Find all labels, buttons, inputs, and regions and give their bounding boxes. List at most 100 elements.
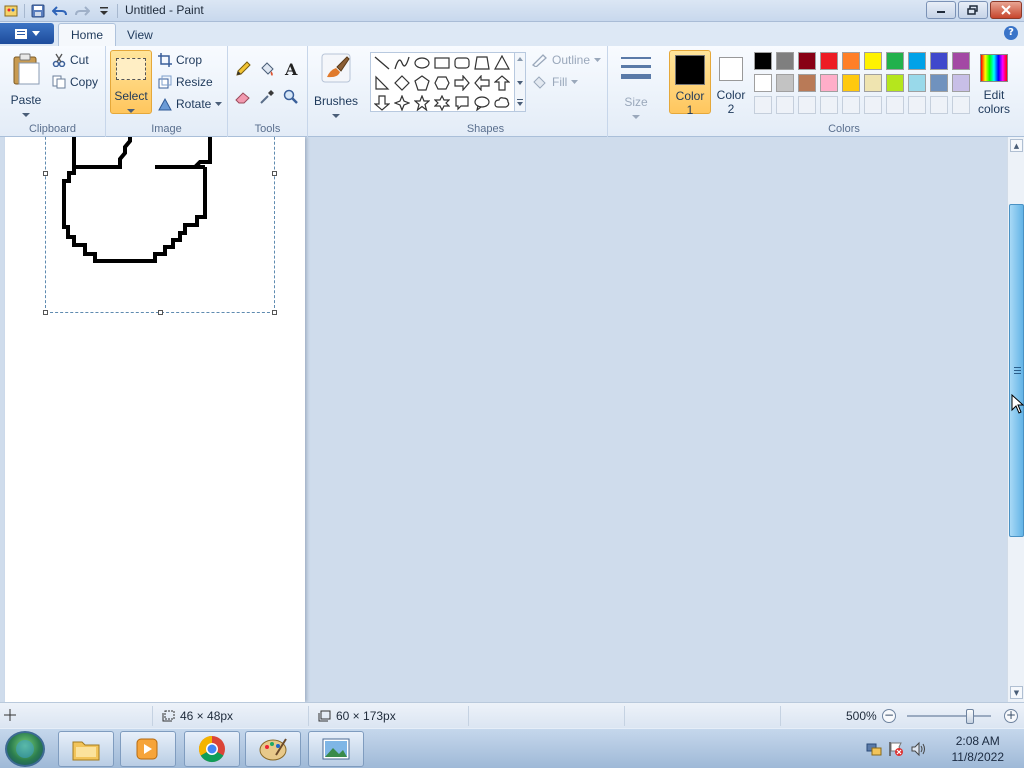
palette-color-swatch[interactable] (952, 74, 970, 92)
edit-colors-button[interactable]: Edit colors (974, 50, 1014, 116)
five-point-star-shape-icon[interactable] (413, 94, 431, 112)
taskbar-clock[interactable]: 2:08 AM 11/8/2022 (952, 733, 1005, 765)
custom-color-slot[interactable] (820, 96, 838, 114)
palette-color-swatch[interactable] (952, 52, 970, 70)
triangle-shape-icon[interactable] (493, 54, 511, 72)
diamond-shape-icon[interactable] (393, 74, 411, 92)
tab-home[interactable]: Home (58, 23, 117, 46)
palette-color-swatch[interactable] (886, 74, 904, 92)
redo-icon[interactable] (73, 2, 91, 20)
start-button[interactable] (5, 731, 45, 767)
minimize-button[interactable] (926, 1, 956, 19)
custom-color-slot[interactable] (864, 96, 882, 114)
outline-button[interactable]: Outline (532, 53, 602, 67)
custom-color-slot[interactable] (798, 96, 816, 114)
cut-button[interactable]: Cut (52, 53, 89, 67)
color-picker-icon[interactable] (256, 86, 277, 107)
palette-color-swatch[interactable] (842, 74, 860, 92)
palette-color-swatch[interactable] (776, 52, 794, 70)
palette-color-swatch[interactable] (930, 74, 948, 92)
undo-icon[interactable] (51, 2, 69, 20)
color2-button[interactable]: Color 2 (712, 50, 750, 116)
zoom-slider-track[interactable] (907, 715, 991, 717)
palette-color-swatch[interactable] (820, 74, 838, 92)
six-point-star-shape-icon[interactable] (433, 94, 451, 112)
up-arrow-shape-icon[interactable] (493, 74, 511, 92)
drawing-canvas[interactable] (5, 137, 305, 702)
volume-icon[interactable] (910, 741, 926, 757)
custom-color-slot[interactable] (886, 96, 904, 114)
copy-button[interactable]: Copy (52, 75, 98, 89)
custom-color-slot[interactable] (842, 96, 860, 114)
right-triangle-shape-icon[interactable] (373, 74, 391, 92)
tab-view[interactable]: View (115, 23, 165, 46)
magnifier-icon[interactable] (280, 86, 301, 107)
pentagon-shape-icon[interactable] (413, 74, 431, 92)
palette-color-swatch[interactable] (864, 52, 882, 70)
crop-button[interactable]: Crop (158, 53, 202, 67)
custom-color-slot[interactable] (952, 96, 970, 114)
palette-color-swatch[interactable] (798, 74, 816, 92)
oval-callout-shape-icon[interactable] (473, 94, 491, 112)
paste-button[interactable]: Paste (4, 50, 48, 117)
zoom-out-button[interactable]: − (882, 709, 896, 723)
selection-handle[interactable] (272, 310, 277, 315)
zoom-slider-thumb[interactable] (966, 709, 974, 724)
palette-color-swatch[interactable] (908, 52, 926, 70)
taskbar-file-explorer[interactable] (58, 731, 114, 767)
selection-handle[interactable] (43, 310, 48, 315)
scroll-up-arrow[interactable]: ▲ (1010, 139, 1023, 152)
taskbar-paint[interactable] (245, 731, 301, 767)
help-icon[interactable]: ? (1004, 26, 1018, 40)
palette-color-swatch[interactable] (842, 52, 860, 70)
network-icon[interactable] (866, 741, 882, 757)
select-button[interactable]: Select (110, 50, 152, 114)
right-arrow-shape-icon[interactable] (453, 74, 471, 92)
rounded-callout-shape-icon[interactable] (453, 94, 471, 112)
palette-color-swatch[interactable] (754, 52, 772, 70)
selection-handle[interactable] (43, 171, 48, 176)
line-shape-icon[interactable] (373, 54, 391, 72)
palette-color-swatch[interactable] (776, 74, 794, 92)
palette-color-swatch[interactable] (930, 52, 948, 70)
resize-button[interactable]: Resize (158, 75, 213, 89)
text-tool-icon[interactable]: A (280, 58, 301, 79)
brushes-button[interactable]: Brushes (312, 50, 360, 118)
custom-color-slot[interactable] (930, 96, 948, 114)
rectangle-shape-icon[interactable] (433, 54, 451, 72)
size-button[interactable]: Size (614, 50, 658, 119)
taskbar-media-player[interactable] (120, 731, 176, 767)
paint-app-icon[interactable] (2, 2, 20, 20)
taskbar-chrome[interactable] (184, 731, 240, 767)
shapes-scroll[interactable] (514, 52, 526, 112)
left-arrow-shape-icon[interactable] (473, 74, 491, 92)
scroll-thumb[interactable] (1009, 204, 1024, 537)
custom-color-slot[interactable] (908, 96, 926, 114)
customize-qat-icon[interactable] (95, 2, 113, 20)
palette-color-swatch[interactable] (754, 74, 772, 92)
fill-button[interactable]: Fill (532, 75, 579, 89)
palette-color-swatch[interactable] (886, 52, 904, 70)
cloud-callout-shape-icon[interactable] (493, 94, 511, 112)
hexagon-shape-icon[interactable] (433, 74, 451, 92)
restore-button[interactable] (958, 1, 988, 19)
palette-color-swatch[interactable] (820, 52, 838, 70)
zoom-in-button[interactable]: + (1004, 709, 1018, 723)
rotate-button[interactable]: Rotate (158, 97, 223, 111)
palette-color-swatch[interactable] (908, 74, 926, 92)
color1-button[interactable]: Color 1 (669, 50, 711, 117)
custom-color-slot[interactable] (776, 96, 794, 114)
palette-color-swatch[interactable] (864, 74, 882, 92)
close-button[interactable] (990, 1, 1022, 19)
rounded-rectangle-shape-icon[interactable] (453, 54, 471, 72)
custom-color-slot[interactable] (754, 96, 772, 114)
selection-handle[interactable] (158, 310, 163, 315)
down-arrow-shape-icon[interactable] (373, 94, 391, 112)
eraser-icon[interactable] (232, 86, 253, 107)
action-center-flag-icon[interactable] (888, 741, 904, 757)
palette-color-swatch[interactable] (798, 52, 816, 70)
selection-rectangle[interactable] (43, 137, 277, 315)
pencil-icon[interactable] (232, 58, 253, 79)
fill-bucket-icon[interactable] (256, 58, 277, 79)
vertical-scrollbar[interactable]: ▲ ▼ (1007, 137, 1024, 702)
